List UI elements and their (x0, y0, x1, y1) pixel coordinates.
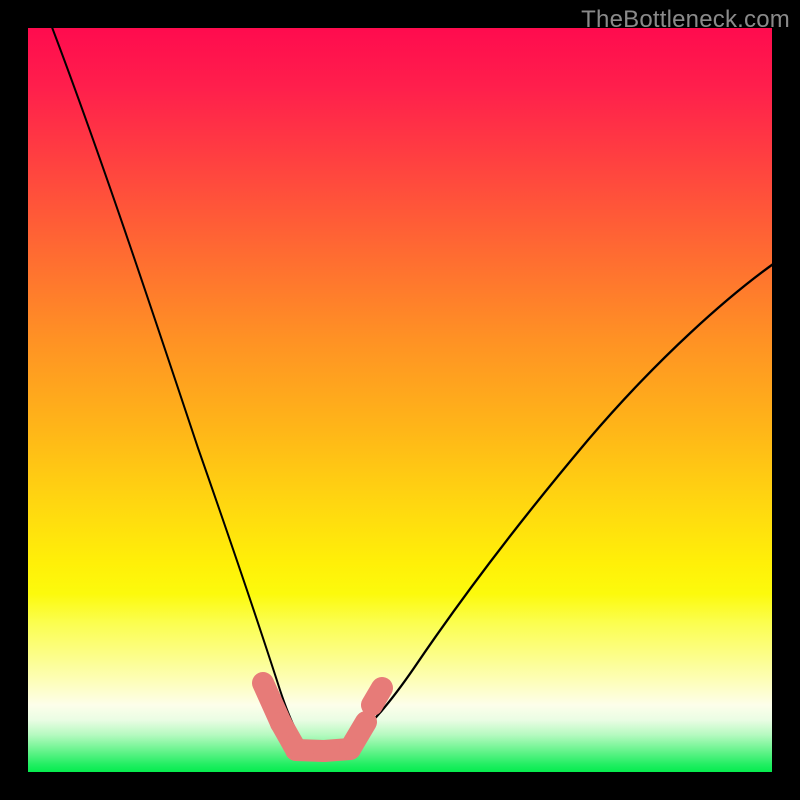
chain-link-right-upper (372, 688, 382, 705)
chart-frame: TheBottleneck.com (0, 0, 800, 800)
chain-joint-4 (339, 738, 361, 760)
chart-svg (28, 28, 772, 772)
plot-area (28, 28, 772, 772)
left-curve (50, 22, 310, 748)
right-curve (338, 262, 776, 748)
chain-joint-3 (313, 740, 335, 762)
chain-joint-1 (270, 712, 292, 734)
chain-joint-2 (283, 735, 305, 757)
